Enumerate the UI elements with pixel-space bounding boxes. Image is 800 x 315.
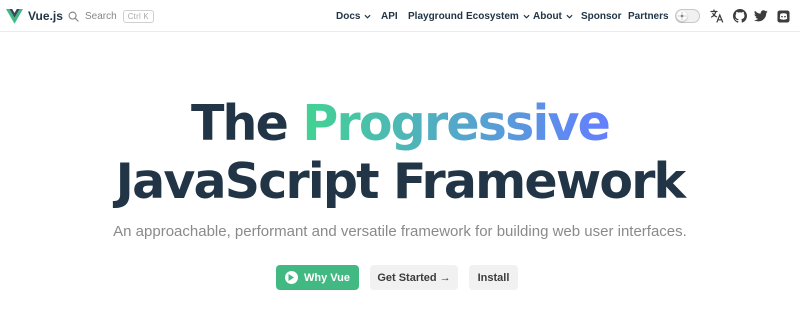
search-shortcut-badge: Ctrl K [122,9,154,23]
chevron-down-icon [566,14,573,19]
nav-item-docs[interactable]: Docs [336,0,371,32]
hero-title-accent: Progressive [302,95,611,152]
brand-home-link[interactable]: Vue.js [6,8,63,24]
nav-item-about[interactable]: About [533,0,573,32]
why-vue-button[interactable]: Why Vue [276,265,359,290]
nav-item-about-label: About [533,10,562,22]
sun-icon [678,12,686,20]
nav-item-docs-label: Docs [336,10,361,22]
nav-item-playground-label: Playground [408,10,464,22]
twitter-icon [754,10,768,22]
twitter-link[interactable] [754,9,768,23]
vue-logo-icon [6,8,23,24]
search-icon [68,11,79,22]
hero-tagline: An approachable, performant and versatil… [113,223,687,240]
theme-toggle-switch[interactable] [675,9,700,23]
github-icon [733,9,747,23]
play-icon [284,271,298,284]
discord-icon [776,9,790,23]
nav-item-api-label: API [381,10,398,22]
hero-title-start: The [190,95,303,152]
nav-item-ecosystem-label: Ecosystem [466,10,519,22]
nav-item-sponsor-label: Sponsor [581,10,622,22]
brand-name: Vue.js [28,9,63,23]
hero-title-line-2: JavaScript Framework [115,153,687,210]
translate-button[interactable] [710,9,724,23]
hero-title-line-1: The Progressive [0,99,800,148]
nav-item-sponsor[interactable]: Sponsor [581,0,622,32]
install-button[interactable]: Install [469,265,518,290]
discord-link[interactable] [776,9,790,23]
get-started-button[interactable]: Get Started → [370,265,458,290]
chevron-down-icon [364,14,371,19]
why-vue-label: Why Vue [303,271,351,284]
hero-actions: Why Vue Get Started → Install [0,265,800,290]
github-link[interactable] [733,9,747,23]
translate-icon [710,9,724,23]
nav-item-ecosystem[interactable]: Ecosystem [466,0,530,32]
search-label: Search [85,10,117,22]
chevron-down-icon [523,14,530,19]
theme-toggle-knob [677,11,687,21]
nav-item-playground[interactable]: Playground [408,0,463,32]
top-navbar: Vue.js Search Ctrl K Docs API Playground… [0,0,800,32]
nav-item-partners-label: Partners [628,10,669,22]
search-button[interactable]: Search Ctrl K [68,8,154,24]
nav-item-partners[interactable]: Partners [628,0,669,32]
nav-item-api[interactable]: API [381,0,398,32]
